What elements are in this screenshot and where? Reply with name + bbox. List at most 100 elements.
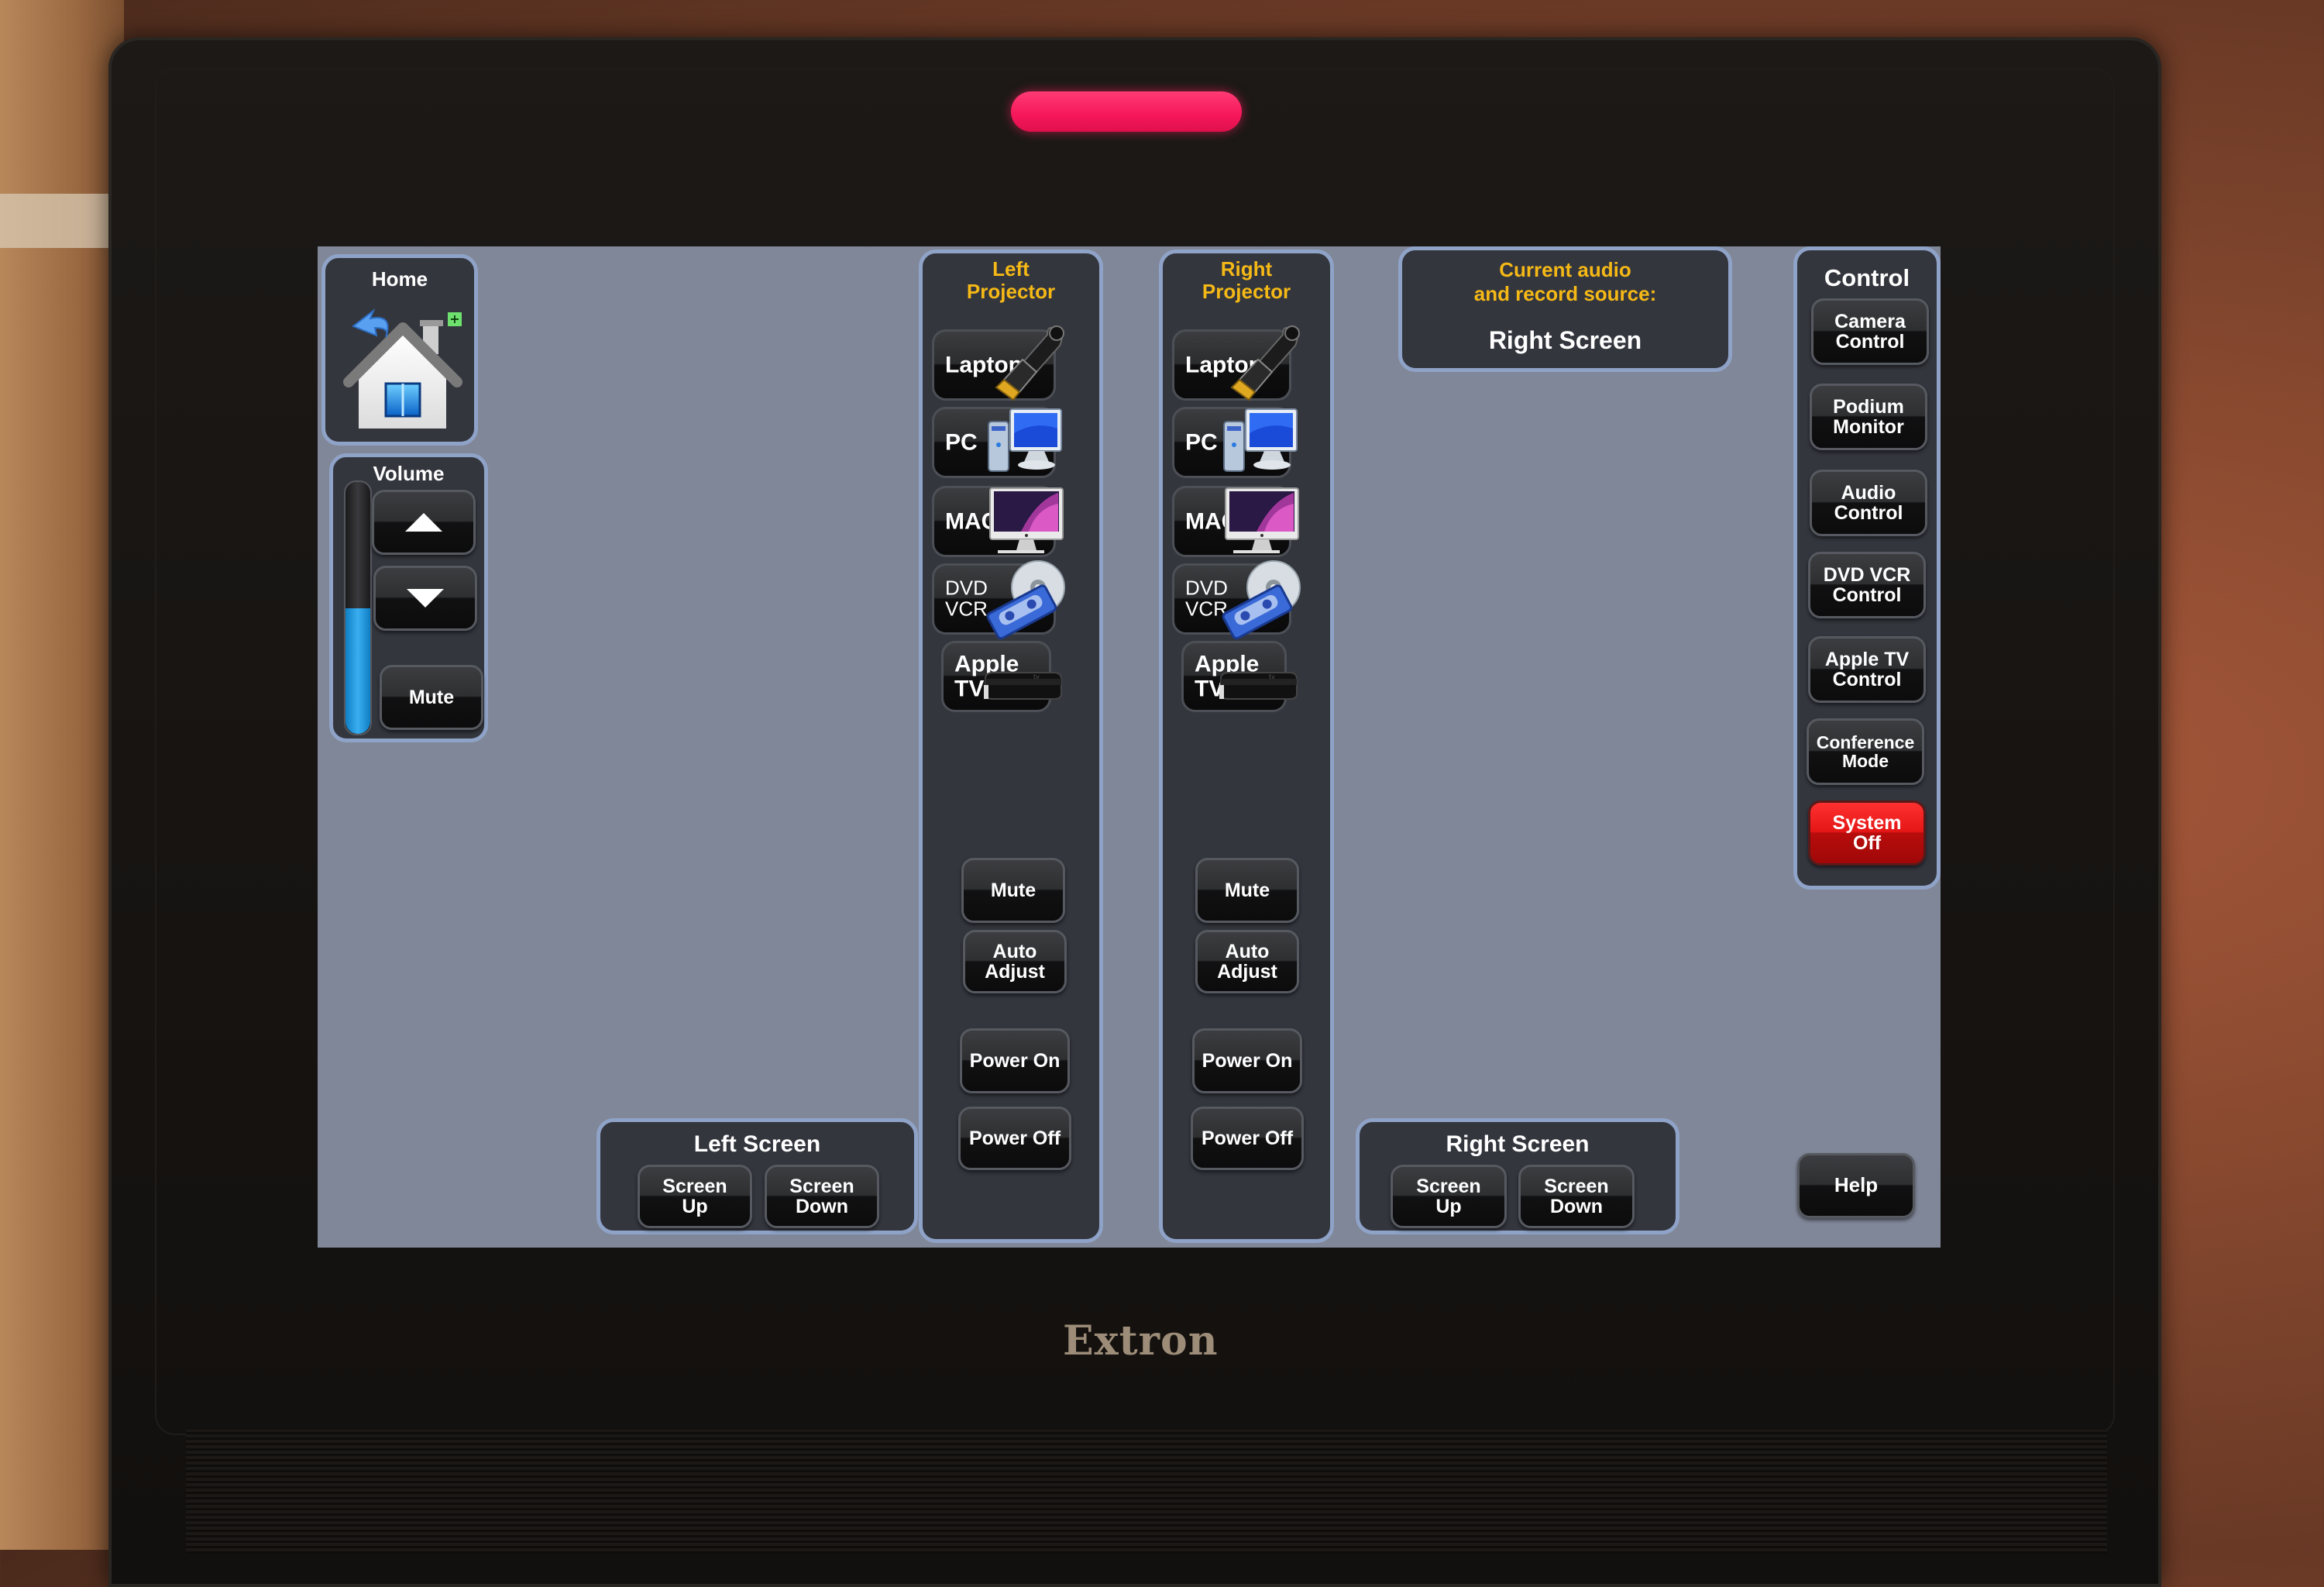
desktop-pc-icon bbox=[1218, 400, 1303, 485]
auto-adjust-label-line1: Auto bbox=[1225, 940, 1270, 962]
left-projector-source-button-pc[interactable]: PC bbox=[932, 407, 1062, 478]
touch-screen: Home + Volume Mute Left Projector Laptop… bbox=[318, 246, 1941, 1248]
control-button-apple-tv-control[interactable]: Apple TV Control bbox=[1808, 636, 1926, 703]
home-icon[interactable]: + bbox=[332, 298, 471, 438]
right-screen-down-button[interactable]: Screen Down bbox=[1518, 1165, 1635, 1228]
imac-icon bbox=[1218, 479, 1303, 564]
right-projector-source-button-apple[interactable]: Apple TV tv bbox=[1181, 641, 1298, 712]
control-title: Control bbox=[1824, 264, 1910, 291]
source-label-line2: VCR bbox=[945, 597, 988, 621]
volume-down-button[interactable] bbox=[373, 566, 477, 631]
right-projector-mute-button[interactable]: Mute bbox=[1195, 858, 1299, 923]
control-button-conference-mode[interactable]: Conference Mode bbox=[1807, 718, 1924, 785]
right-projector-source-button-pc[interactable]: PC bbox=[1172, 407, 1298, 478]
right-screen-up-button[interactable]: Screen Up bbox=[1391, 1165, 1507, 1228]
dvd-vhs-icon bbox=[982, 556, 1067, 642]
volume-level-fill bbox=[346, 608, 370, 734]
control-button-label-line2: Monitor bbox=[1833, 416, 1904, 438]
control-button-dvd-vcr-control[interactable]: DVD VCR Control bbox=[1808, 552, 1926, 618]
hdmi-cable-icon bbox=[982, 322, 1067, 408]
control-button-label-line1: Audio bbox=[1841, 481, 1896, 504]
left-projector-source-button-laptop[interactable]: Laptop bbox=[932, 325, 1064, 401]
right-projector-panel: Right Projector Laptop PC MAC DVD VCR Apple TV… bbox=[1159, 250, 1334, 1243]
apple-tv-icon: tv bbox=[1213, 634, 1298, 719]
volume-up-button[interactable] bbox=[372, 490, 476, 555]
background-wall-trim bbox=[0, 194, 116, 248]
left-screen-up-button[interactable]: Screen Up bbox=[638, 1165, 752, 1228]
control-panel: Control Camera Control Podium Monitor Audio C… bbox=[1793, 246, 1941, 890]
home-panel[interactable]: Home + bbox=[321, 254, 478, 446]
right-projector-auto-adjust-button[interactable]: Auto Adjust bbox=[1195, 930, 1299, 993]
triangle-down-icon bbox=[407, 589, 444, 608]
control-button-label-line2: Control bbox=[1832, 584, 1902, 606]
apple-tv-icon: tv bbox=[978, 634, 1063, 719]
audio-source-caption: Current audio and record source: bbox=[1402, 258, 1728, 306]
left-projector-title: Left Projector bbox=[923, 257, 1099, 303]
auto-adjust-label-line2: Adjust bbox=[1217, 961, 1277, 983]
svg-text:tv: tv bbox=[1033, 673, 1040, 680]
left-projector-source-button-mac[interactable]: MAC bbox=[932, 486, 1064, 557]
control-button-label-line2: Control bbox=[1832, 669, 1902, 690]
volume-panel: Volume Mute bbox=[329, 453, 488, 742]
left-screen-panel: Left Screen Screen Up Screen Down bbox=[596, 1118, 918, 1234]
right-projector-power-off-button[interactable]: Power Off bbox=[1191, 1107, 1304, 1170]
volume-mute-button[interactable]: Mute bbox=[380, 665, 483, 730]
right-projector-source-button-laptop[interactable]: Laptop bbox=[1172, 325, 1300, 401]
help-label: Help bbox=[1834, 1173, 1879, 1197]
imac-icon bbox=[982, 479, 1067, 564]
source-label: DVD VCR bbox=[945, 577, 988, 621]
right-projector-title: Right Projector bbox=[1163, 257, 1330, 303]
volume-mute-label: Mute bbox=[408, 686, 455, 708]
control-button-label-line1: Podium bbox=[1833, 395, 1904, 418]
control-button-label-line1: Conference bbox=[1816, 732, 1915, 752]
system-off-label-line2: Off bbox=[1852, 832, 1882, 854]
right-projector-title-line1: Right bbox=[1220, 257, 1273, 281]
auto-adjust-label-line2: Adjust bbox=[985, 961, 1045, 983]
screen-down-label-line1: Screen bbox=[789, 1175, 854, 1197]
status-indicator-light bbox=[1011, 91, 1242, 132]
left-projector-power-off-button[interactable]: Power Off bbox=[958, 1107, 1071, 1170]
power-off-label: Power Off bbox=[1201, 1127, 1294, 1149]
control-button-podium-monitor[interactable]: Podium Monitor bbox=[1810, 384, 1927, 450]
left-projector-source-button-dvd[interactable]: DVD VCR bbox=[932, 560, 1065, 640]
left-projector-auto-adjust-button[interactable]: Auto Adjust bbox=[963, 930, 1067, 993]
source-label: PC bbox=[945, 430, 978, 455]
triangle-up-icon bbox=[405, 513, 442, 532]
volume-level-bar[interactable] bbox=[344, 480, 372, 735]
control-button-label-line1: DVD VCR bbox=[1823, 563, 1911, 586]
control-button-audio-control[interactable]: Audio Control bbox=[1810, 470, 1927, 536]
right-projector-mute-label: Mute bbox=[1224, 879, 1270, 901]
power-off-label: Power Off bbox=[968, 1127, 1061, 1149]
hdmi-cable-icon bbox=[1218, 322, 1303, 408]
control-button-label-line2: Mode bbox=[1841, 751, 1889, 771]
screen-down-label-line2: Down bbox=[795, 1196, 849, 1217]
control-button-label-line1: Apple TV bbox=[1824, 648, 1910, 670]
audio-source-caption-line2: and record source: bbox=[1473, 282, 1657, 306]
system-off-button[interactable]: System Off bbox=[1808, 800, 1926, 866]
source-label-line1: PC bbox=[1185, 429, 1218, 456]
left-projector-power-on-button[interactable]: Power On bbox=[960, 1028, 1070, 1093]
control-button-label-line1: Camera bbox=[1834, 310, 1906, 332]
source-label: PC bbox=[1185, 430, 1218, 455]
screen-up-label-line2: Up bbox=[1435, 1196, 1462, 1217]
left-screen-down-button[interactable]: Screen Down bbox=[765, 1165, 879, 1228]
control-button-camera-control[interactable]: Camera Control bbox=[1811, 298, 1929, 365]
help-button[interactable]: Help bbox=[1797, 1153, 1915, 1218]
auto-adjust-label-line1: Auto bbox=[992, 940, 1037, 962]
svg-text:+: + bbox=[449, 312, 459, 326]
audio-source-caption-line1: Current audio bbox=[1499, 258, 1631, 281]
screen-up-label-line1: Screen bbox=[1416, 1175, 1481, 1197]
left-projector-mute-label: Mute bbox=[990, 879, 1037, 901]
source-label-line1: PC bbox=[945, 429, 978, 456]
power-on-label: Power On bbox=[969, 1049, 1061, 1072]
right-projector-power-on-button[interactable]: Power On bbox=[1192, 1028, 1302, 1093]
screen-up-label-line1: Screen bbox=[662, 1175, 727, 1197]
right-screen-panel: Right Screen Screen Up Screen Down bbox=[1356, 1118, 1679, 1234]
left-projector-source-button-apple[interactable]: Apple TV tv bbox=[941, 641, 1062, 712]
control-button-label-line2: Control bbox=[1834, 502, 1903, 524]
right-projector-source-button-dvd[interactable]: DVD VCR bbox=[1172, 560, 1301, 640]
left-projector-mute-button[interactable]: Mute bbox=[961, 858, 1065, 923]
left-projector-title-line1: Left bbox=[992, 257, 1030, 281]
dvd-vhs-icon bbox=[1218, 556, 1303, 642]
right-projector-source-button-mac[interactable]: MAC bbox=[1172, 486, 1299, 557]
